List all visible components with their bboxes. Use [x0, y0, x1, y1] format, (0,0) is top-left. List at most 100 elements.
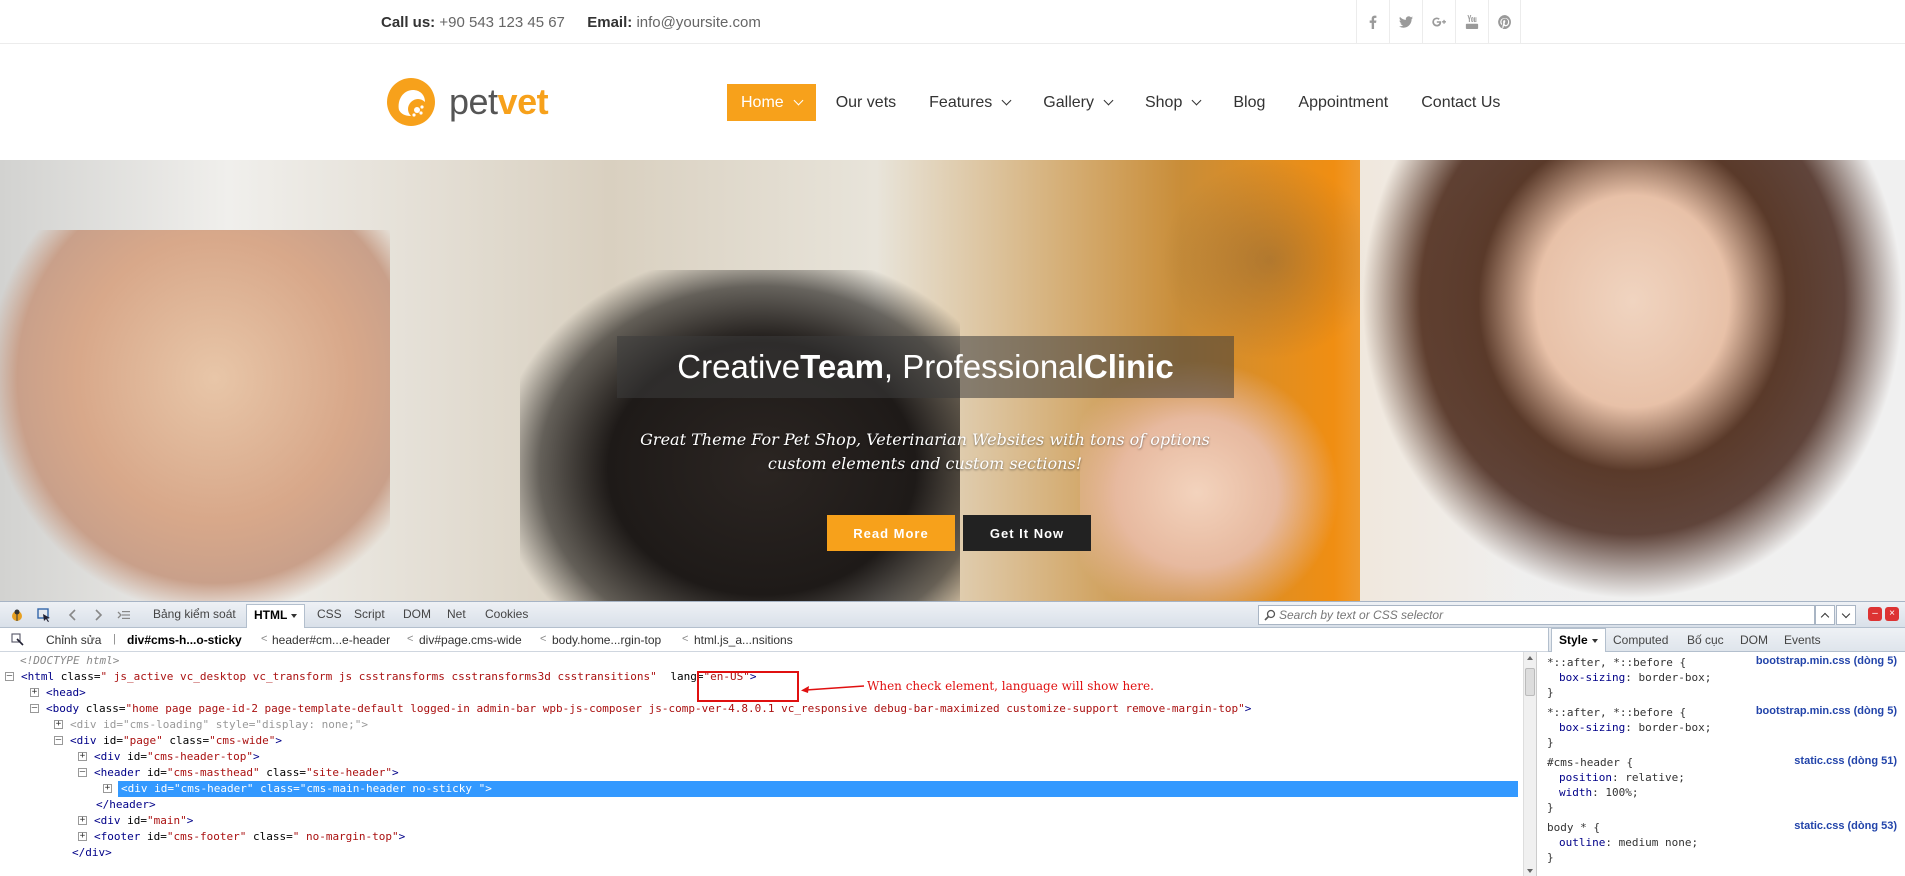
chevron-down-icon [1103, 95, 1114, 106]
css-selector: *::after, *::before { [1547, 656, 1687, 669]
google-plus-icon [1432, 17, 1446, 27]
edit-node-icon[interactable] [11, 633, 25, 647]
css-prop-name: position [1559, 771, 1612, 784]
attr-name: class= [79, 702, 126, 715]
facebook-link[interactable] [1356, 0, 1389, 44]
css-prop-name: outline [1559, 836, 1606, 849]
minimize-devtools-icon[interactable]: – [1868, 607, 1882, 621]
search-next-button[interactable] [1836, 605, 1856, 625]
hero-slider: Creative Team, Professional Clinic Great… [0, 160, 1905, 601]
breadcrumb-item-body[interactable]: body.home...rgin-top [552, 633, 661, 647]
pinterest-link[interactable] [1488, 0, 1521, 44]
expand-toggle[interactable]: + [78, 832, 87, 841]
expand-toggle[interactable]: + [54, 720, 63, 729]
nav-item-our-vets[interactable]: Our vets [823, 84, 909, 121]
devtools-toolbar: Bảng kiểm soát HTML CSS Script DOM Net C… [0, 602, 1905, 628]
css-rule[interactable]: width: 100%; [1559, 785, 1639, 800]
twitter-link[interactable] [1389, 0, 1422, 44]
hero-vet-man-image [0, 230, 390, 601]
nav-item-contact-us[interactable]: Contact Us [1408, 84, 1513, 121]
search-input[interactable]: Search by text or CSS selector [1258, 605, 1815, 625]
collapse-toggle[interactable]: – [30, 704, 39, 713]
selected-node-text: <div id="cms-header" class="cms-main-hea… [118, 781, 1518, 797]
google-plus-link[interactable] [1422, 0, 1455, 44]
scroll-thumb[interactable] [1525, 668, 1535, 696]
attr-value: " js_active vc_desktop vc_transform js c… [100, 670, 657, 683]
read-more-button[interactable]: Read More [827, 515, 955, 551]
collapse-toggle[interactable]: – [78, 768, 87, 777]
nav-label: Appointment [1298, 93, 1389, 111]
tree-line-body[interactable]: – <body class="home page page-id-2 page-… [30, 701, 1480, 717]
tab-cookies[interactable]: Cookies [485, 607, 528, 621]
collapse-toggle[interactable]: – [5, 672, 14, 681]
style-panel: *::after, *::before { bootstrap.min.css … [1536, 652, 1905, 876]
css-rule[interactable]: position: relative; [1559, 770, 1685, 785]
nav-item-features[interactable]: Features [916, 84, 1023, 121]
attr-name: id= [140, 830, 167, 843]
css-source-link[interactable]: bootstrap.min.css (dòng 5) [1756, 655, 1897, 667]
tab-style[interactable]: Style [1551, 628, 1606, 652]
inspect-element-icon[interactable] [37, 608, 51, 622]
css-rule[interactable]: outline: medium none; [1559, 835, 1698, 850]
css-source-link[interactable]: bootstrap.min.css (dòng 5) [1756, 705, 1897, 717]
forward-arrow-icon[interactable] [91, 608, 105, 622]
css-rule[interactable]: box-sizing: border-box; [1559, 720, 1711, 735]
tab-script[interactable]: Script [354, 607, 385, 621]
breadcrumb-item-html[interactable]: html.js_a...nsitions [694, 633, 793, 647]
expand-toggle[interactable]: + [78, 752, 87, 761]
page-div-text: <div id="page" class="cms-wide"> [70, 733, 282, 749]
collapse-toggle[interactable]: – [54, 736, 63, 745]
tab-computed[interactable]: Computed [1613, 633, 1668, 647]
attr-value: "main" [147, 814, 187, 827]
tab-console[interactable]: Bảng kiểm soát [153, 607, 236, 621]
edit-button[interactable]: Chỉnh sửa [46, 633, 101, 647]
command-line-icon[interactable] [117, 608, 131, 622]
lang-highlight-box [697, 671, 799, 702]
expand-toggle[interactable]: + [103, 784, 112, 793]
nav-label: Home [741, 93, 784, 111]
email-label: Email: [587, 14, 633, 31]
site-logo[interactable]: petvet [385, 76, 549, 128]
tag-close: > [275, 734, 282, 747]
attr-name: id= [96, 734, 123, 747]
tree-line-doctype: <!DOCTYPE html> [20, 653, 119, 669]
nav-item-appointment[interactable]: Appointment [1285, 84, 1401, 121]
tab-layout[interactable]: Bố cục [1687, 633, 1724, 647]
tab-dom[interactable]: DOM [403, 607, 431, 621]
expand-toggle[interactable]: + [78, 816, 87, 825]
css-rule[interactable]: box-sizing: border-box; [1559, 670, 1711, 685]
nav-item-home[interactable]: Home [727, 84, 816, 121]
css-source-link[interactable]: static.css (dòng 51) [1794, 755, 1897, 767]
html-tree-scrollbar[interactable] [1523, 652, 1536, 876]
css-selector: body * { [1547, 821, 1600, 834]
site-header: petvet Home Our vets Features Gallery Sh… [0, 44, 1905, 160]
search-prev-button[interactable] [1815, 605, 1835, 625]
css-close-brace: } [1547, 686, 1554, 699]
breadcrumb-item-page[interactable]: div#page.cms-wide [419, 633, 522, 647]
back-arrow-icon[interactable] [66, 608, 80, 622]
youtube-link[interactable] [1455, 0, 1488, 44]
tree-line-cms-header-selected[interactable]: + <div id="cms-header" class="cms-main-h… [102, 781, 1518, 797]
tab-dom-side[interactable]: DOM [1740, 633, 1768, 647]
tab-net[interactable]: Net [447, 607, 466, 621]
tab-css[interactable]: CSS [317, 607, 342, 621]
attr-value: "cms-wide" [209, 734, 276, 747]
scroll-down-icon[interactable] [1527, 869, 1533, 873]
tag-close: > [186, 814, 194, 827]
close-devtools-icon[interactable]: × [1885, 607, 1899, 621]
tab-html[interactable]: HTML [246, 604, 306, 628]
nav-item-blog[interactable]: Blog [1220, 84, 1278, 121]
get-it-now-button[interactable]: Get It Now [963, 515, 1091, 551]
tab-events[interactable]: Events [1784, 633, 1821, 647]
nav-item-gallery[interactable]: Gallery [1030, 84, 1125, 121]
expand-toggle[interactable]: + [30, 688, 39, 697]
firebug-icon[interactable] [10, 608, 24, 622]
css-source-link[interactable]: static.css (dòng 53) [1794, 820, 1897, 832]
scroll-up-icon[interactable] [1527, 656, 1533, 660]
facebook-icon [1369, 15, 1377, 29]
email-address[interactable]: info@yoursite.com [636, 14, 760, 31]
phone-number[interactable]: +90 543 123 45 67 [439, 14, 565, 31]
nav-item-shop[interactable]: Shop [1132, 84, 1213, 121]
breadcrumb-item-cms-header[interactable]: div#cms-h...o-sticky [127, 633, 242, 647]
breadcrumb-item-masthead[interactable]: header#cm...e-header [272, 633, 390, 647]
